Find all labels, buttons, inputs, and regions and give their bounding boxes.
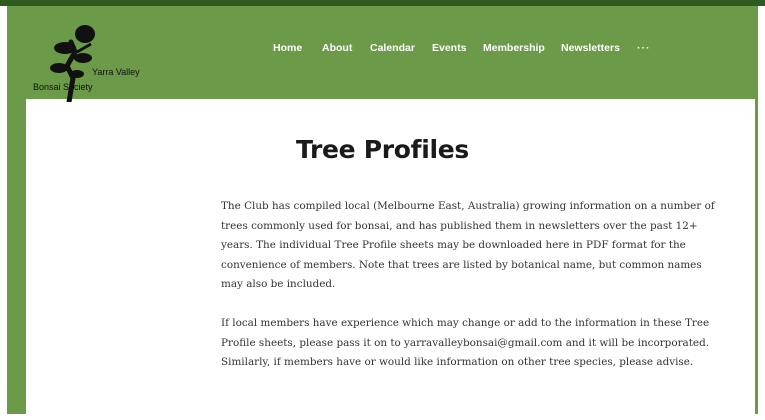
intro-paragraph: The Club has compiled local (Melbourne E…: [221, 200, 715, 290]
nav-item-about[interactable]: About: [322, 42, 352, 54]
contribution-paragraph: If local members have experience which m…: [221, 317, 710, 368]
logo-text-yarra-valley: Yarra Valley: [92, 67, 140, 77]
page-title: Tree Profiles: [295, 135, 470, 164]
nav-item-calendar[interactable]: Calendar: [370, 42, 415, 54]
nav-item-events[interactable]: Events: [432, 42, 466, 54]
nav-more-menu-icon[interactable]: ···: [637, 42, 651, 54]
logo-text-bonsai-society: Bonsai Society: [33, 82, 93, 92]
nav-item-newsletters[interactable]: Newsletters: [561, 42, 620, 54]
site-logo[interactable]: Yarra Valley Bonsai Society: [31, 22, 143, 105]
nav-item-membership[interactable]: Membership: [483, 42, 545, 54]
main-navigation: Yarra Valley Bonsai Society Home About C…: [7, 6, 758, 105]
nav-item-home[interactable]: Home: [273, 42, 302, 54]
